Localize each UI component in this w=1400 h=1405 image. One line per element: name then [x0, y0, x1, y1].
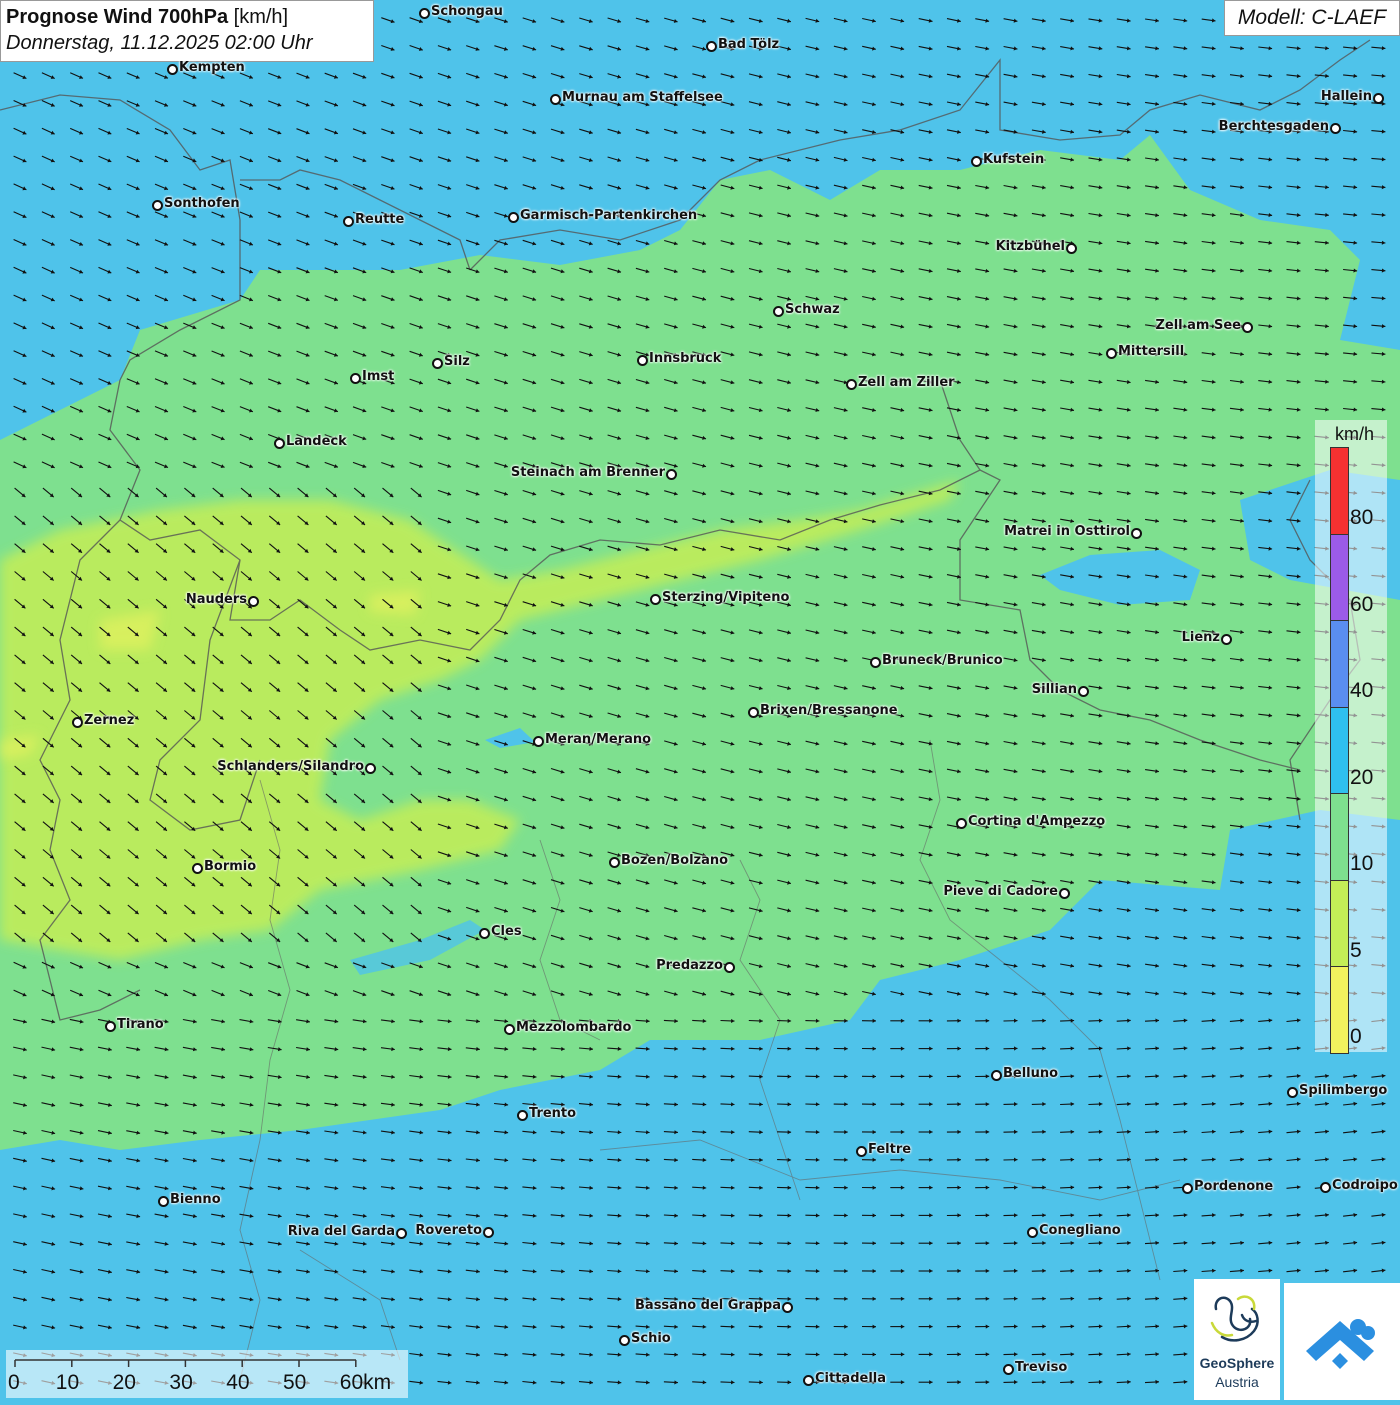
- city-marker-icon: [956, 818, 967, 829]
- city-label-hallein: Hallein: [1321, 90, 1372, 104]
- city-marker-icon: [609, 857, 620, 868]
- city-label-innsbruck: Innsbruck: [649, 352, 721, 366]
- city-label-kempten: Kempten: [179, 61, 245, 75]
- city-marker-icon: [274, 438, 285, 449]
- city-marker-icon: [666, 469, 677, 480]
- city-marker-icon: [773, 306, 784, 317]
- city-marker-icon: [419, 8, 430, 19]
- city-marker-icon: [508, 212, 519, 223]
- city-marker-icon: [343, 216, 354, 227]
- city-label-kitzbuhel: Kitzbühel: [996, 240, 1065, 254]
- city-label-belluno: Belluno: [1003, 1067, 1058, 1081]
- city-marker-icon: [991, 1070, 1002, 1081]
- city-marker-icon: [1242, 322, 1253, 333]
- city-marker-icon: [1131, 528, 1142, 539]
- city-label-sterzing-vipiteno: Sterzing/Vipiteno: [662, 591, 789, 605]
- city-marker-icon: [637, 355, 648, 366]
- city-label-imst: Imst: [362, 370, 394, 384]
- city-marker-icon: [1059, 888, 1070, 899]
- forecast-datetime: Donnerstag, 11.12.2025 02:00 Uhr: [6, 30, 368, 57]
- city-label-spilimbergo: Spilimbergo: [1299, 1084, 1387, 1098]
- city-marker-icon: [517, 1110, 528, 1121]
- title-unit: [km/h]: [234, 6, 288, 28]
- city-label-tirano: Tirano: [117, 1018, 164, 1032]
- city-label-bozen-bolzano: Bozen/Bolzano: [621, 854, 728, 868]
- city-marker-icon: [1287, 1087, 1298, 1098]
- city-marker-icon: [167, 64, 178, 75]
- city-label-zell-am-ziller: Zell am Ziller: [858, 376, 955, 390]
- city-label-pieve-di-cadore: Pieve di Cadore: [943, 885, 1058, 899]
- city-label-reutte: Reutte: [355, 213, 404, 227]
- city-marker-icon: [504, 1024, 515, 1035]
- city-label-kufstein: Kufstein: [983, 153, 1044, 167]
- city-label-brixen-bressanone: Brixen/Bressanone: [760, 704, 898, 718]
- city-label-schlanders-silandro: Schlanders/Silandro: [217, 760, 364, 774]
- city-label-sillian: Sillian: [1032, 683, 1077, 697]
- city-label-zernez: Zernez: [84, 714, 134, 728]
- city-label-steinach-am-brenner: Steinach am Brenner: [511, 466, 665, 480]
- city-label-mittersill: Mittersill: [1118, 345, 1184, 359]
- city-marker-icon: [724, 962, 735, 973]
- city-marker-icon: [1078, 686, 1089, 697]
- city-label-matrei-in-osttirol: Matrei in Osttirol: [1004, 525, 1130, 539]
- city-marker-icon: [1221, 634, 1232, 645]
- city-marker-icon: [1373, 93, 1384, 104]
- city-label-schwaz: Schwaz: [785, 303, 840, 317]
- city-label-sonthofen: Sonthofen: [164, 197, 240, 211]
- city-marker-icon: [870, 657, 881, 668]
- city-marker-icon: [1106, 348, 1117, 359]
- city-marker-icon: [192, 863, 203, 874]
- city-marker-icon: [105, 1021, 116, 1032]
- city-label-mezzolombardo: Mezzolombardo: [516, 1021, 631, 1035]
- title-box: Prognose Wind 700hPa [km/h] Donnerstag, …: [0, 0, 374, 62]
- city-marker-icon: [72, 717, 83, 728]
- city-marker-icon: [971, 156, 982, 167]
- city-marker-icon: [748, 707, 759, 718]
- city-marker-icon: [650, 594, 661, 605]
- city-label-berchtesgaden: Berchtesgaden: [1219, 120, 1329, 134]
- city-label-schongau: Schongau: [431, 5, 503, 19]
- city-label-cles: Cles: [491, 925, 522, 939]
- model-label: Modell: C-LAEF: [1224, 0, 1400, 36]
- city-marker-icon: [533, 736, 544, 747]
- city-label-bormio: Bormio: [204, 860, 256, 874]
- city-marker-icon: [350, 373, 361, 384]
- city-label-meran-merano: Meran/Merano: [545, 733, 651, 747]
- city-marker-icon: [432, 358, 443, 369]
- city-label-bad-tolz: Bad Tölz: [718, 38, 779, 52]
- city-marker-icon: [1330, 123, 1341, 134]
- city-marker-icon: [479, 928, 490, 939]
- city-label-nauders: Nauders: [186, 593, 247, 607]
- city-label-bruneck-brunico: Bruneck/Brunico: [882, 654, 1003, 668]
- city-marker-icon: [248, 596, 259, 607]
- city-label-zell-am-see: Zell am See: [1155, 319, 1241, 333]
- city-marker-icon: [706, 41, 717, 52]
- city-marker-icon: [550, 94, 561, 105]
- city-marker-icon: [365, 763, 376, 774]
- city-label-murnau-am-staffelsee: Murnau am Staffelsee: [562, 91, 723, 105]
- city-label-landeck: Landeck: [286, 435, 347, 449]
- city-label-predazzo: Predazzo: [656, 959, 723, 973]
- city-marker-icon: [1066, 243, 1077, 254]
- city-marker-icon: [152, 200, 163, 211]
- city-label-cortina-d-ampezzo: Cortina d'Ampezzo: [968, 815, 1105, 829]
- city-label-garmisch-partenkirchen: Garmisch-Partenkirchen: [520, 209, 697, 223]
- city-marker-icon: [846, 379, 857, 390]
- title-main: Prognose Wind 700hPa: [6, 6, 228, 28]
- map-title: Prognose Wind 700hPa [km/h]: [6, 5, 368, 30]
- city-label-lienz: Lienz: [1182, 631, 1220, 645]
- city-label-silz: Silz: [444, 355, 470, 369]
